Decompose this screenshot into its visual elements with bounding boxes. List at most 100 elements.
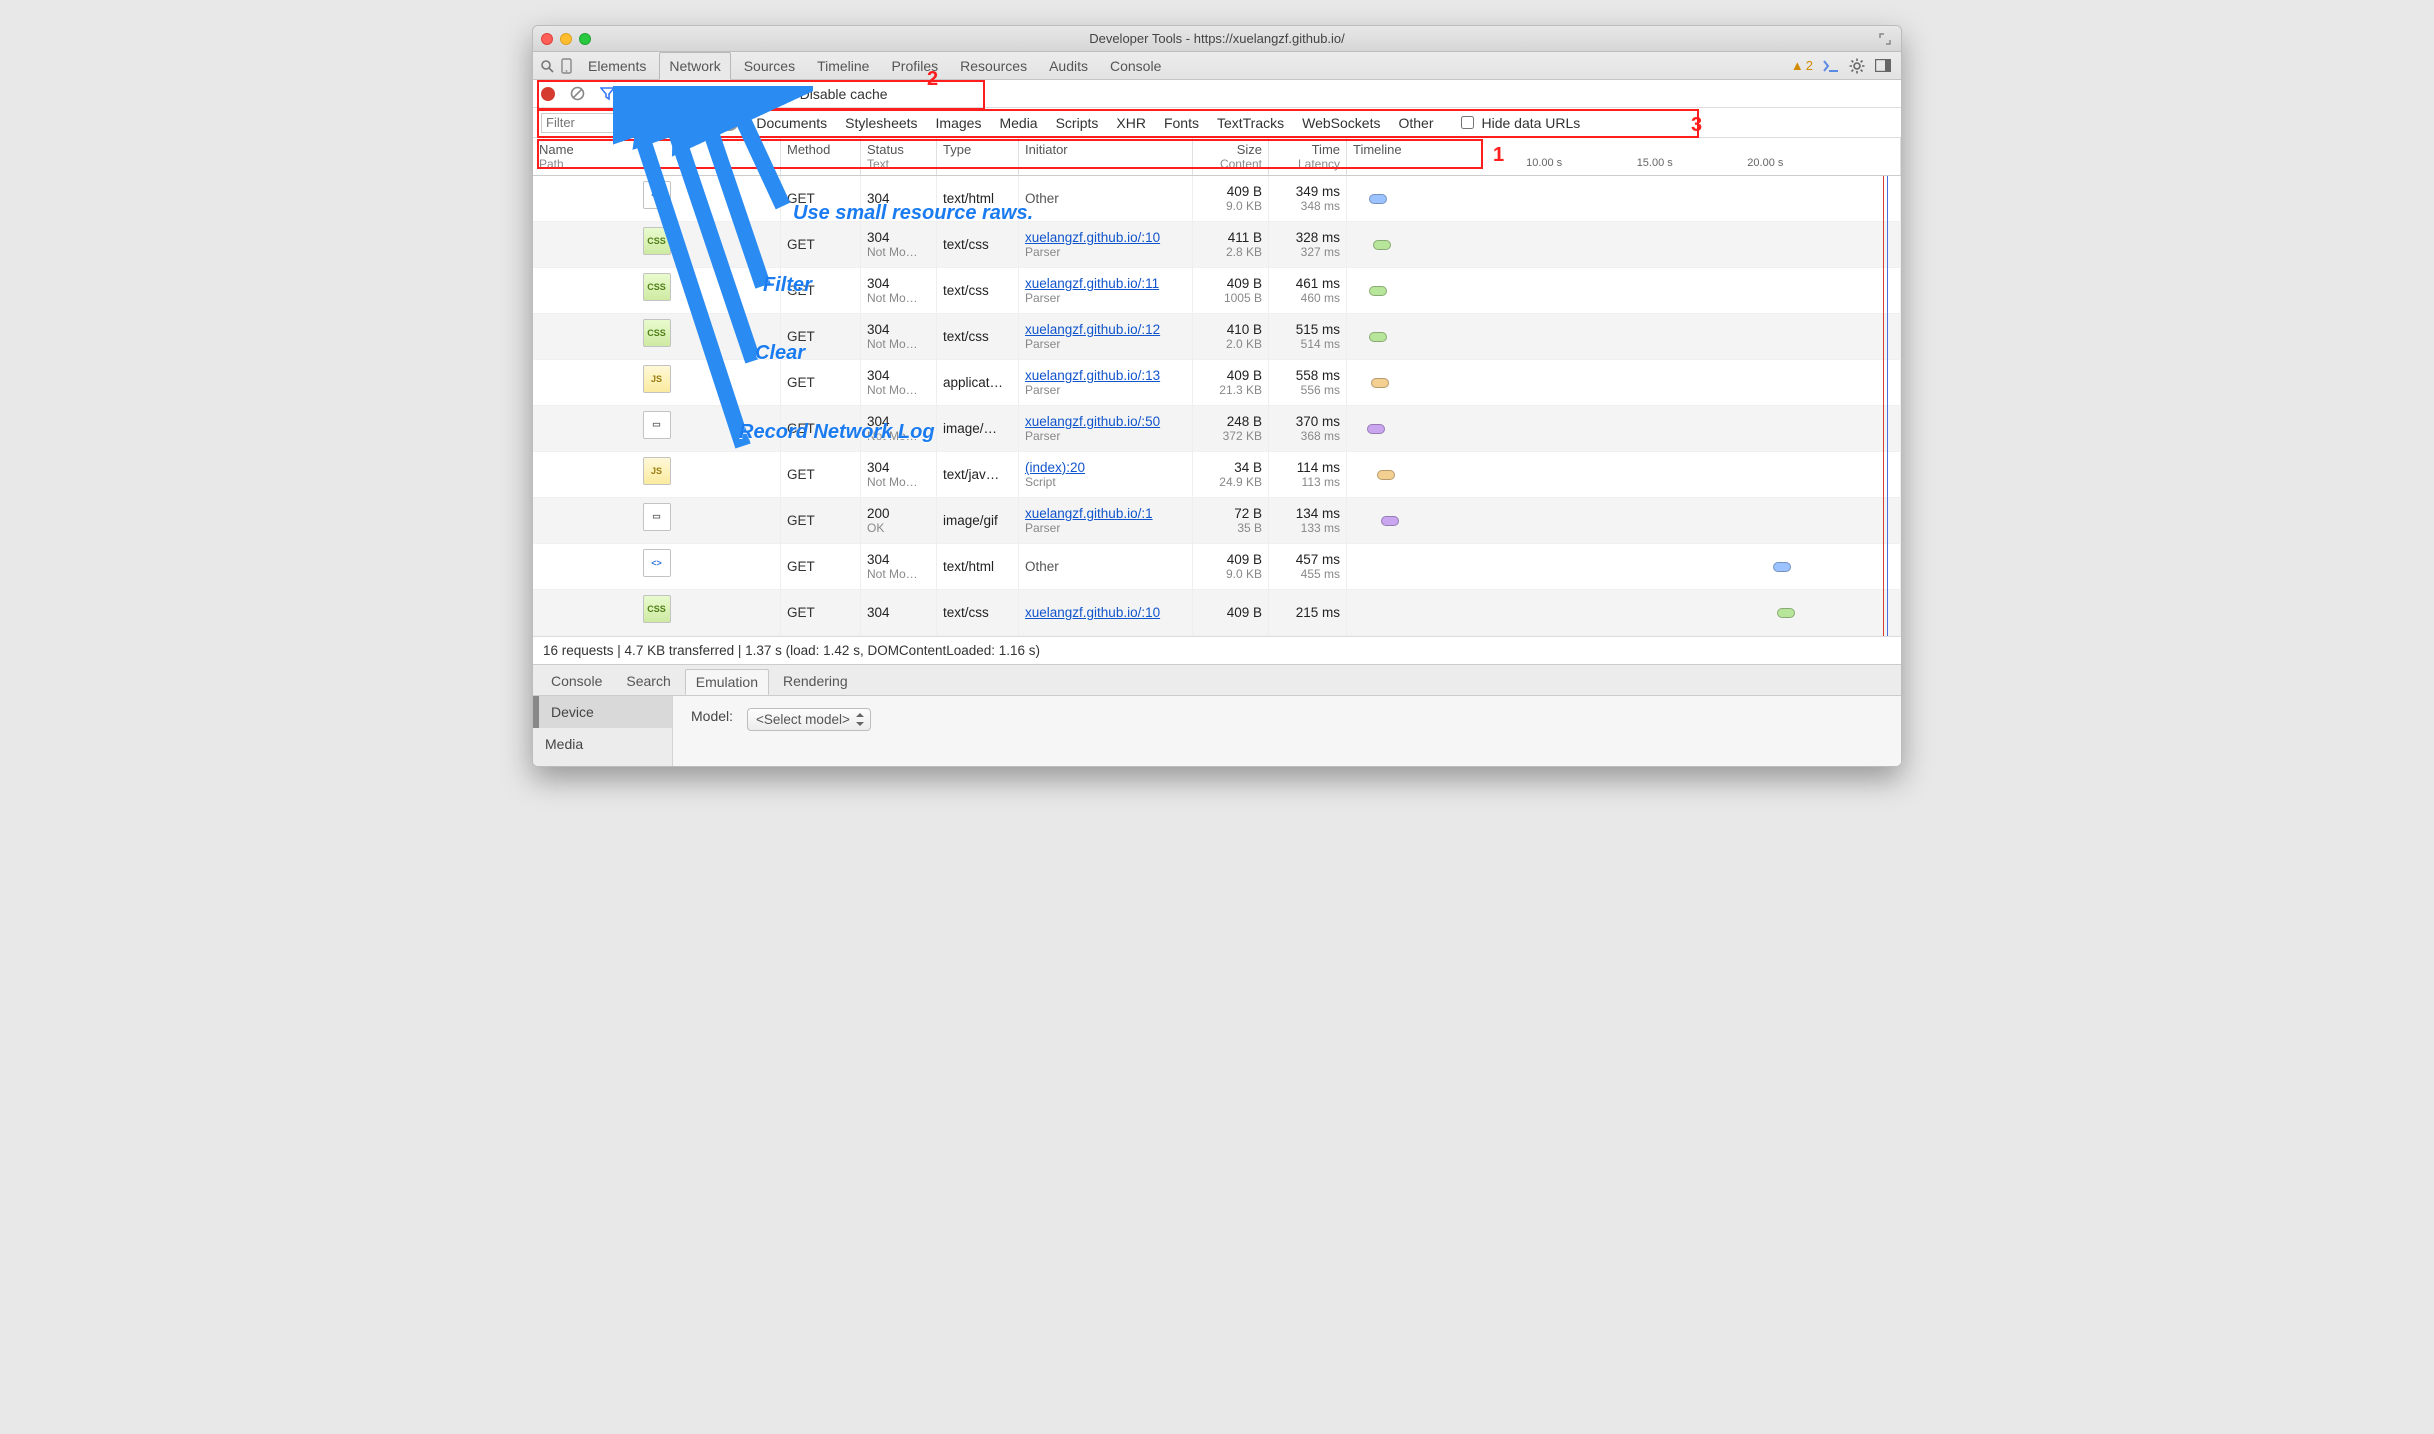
- table-row[interactable]: <> xuelangzf.github.io GET 304Not Mo… te…: [533, 544, 1901, 590]
- disable-cache-checkbox[interactable]: Disable cache: [776, 84, 888, 103]
- table-row[interactable]: JS highlight.pack.js /js GET 304Not Mo… …: [533, 360, 1901, 406]
- th-method[interactable]: Method: [781, 138, 861, 175]
- timeline-pill: [1381, 516, 1399, 526]
- cell-status: 304Not Mo…: [861, 406, 937, 451]
- file-type-icon: CSS: [643, 227, 671, 255]
- tab-console[interactable]: Console: [1101, 53, 1170, 79]
- table-row[interactable]: CSS googlecode.css /css GET 304Not Mo… t…: [533, 314, 1901, 360]
- cell-type: text/html: [937, 176, 1019, 221]
- device-mode-icon[interactable]: [559, 58, 575, 74]
- emulation-sidebar-device[interactable]: Device: [533, 696, 672, 728]
- table-row[interactable]: CSS main.css /css GET 304Not Mo… text/cs…: [533, 268, 1901, 314]
- preserve-log-label: Preserve log: [683, 86, 762, 102]
- annotation-number-1: 1: [1493, 144, 1504, 167]
- large-rows-icon[interactable]: [629, 86, 645, 102]
- initiator-link[interactable]: xuelangzf.github.io/:12: [1025, 322, 1186, 337]
- tab-timeline[interactable]: Timeline: [808, 53, 878, 79]
- filter-documents[interactable]: Documents: [756, 115, 827, 131]
- filter-all[interactable]: All: [709, 115, 738, 131]
- cell-initiator: xuelangzf.github.io/:10: [1019, 590, 1193, 635]
- close-icon[interactable]: [541, 33, 553, 45]
- th-size[interactable]: Size Content: [1193, 138, 1269, 175]
- tabs-right-cluster: ▲2: [1791, 58, 1895, 74]
- cell-timeline: [1347, 498, 1901, 543]
- filter-stylesheets[interactable]: Stylesheets: [845, 115, 917, 131]
- cell-status: 304Not Mo…: [861, 360, 937, 405]
- show-console-icon[interactable]: [1823, 58, 1839, 74]
- initiator-link[interactable]: xuelangzf.github.io/:13: [1025, 368, 1186, 383]
- cell-time: 349 ms348 ms: [1269, 176, 1347, 221]
- tab-audits[interactable]: Audits: [1040, 53, 1097, 79]
- initiator-link[interactable]: xuelangzf.github.io/:50: [1025, 414, 1186, 429]
- preserve-log-input[interactable]: [663, 87, 676, 100]
- cell-size: 409 B: [1193, 590, 1269, 635]
- drawer-tab-emulation[interactable]: Emulation: [685, 669, 769, 695]
- cell-size: 411 B2.8 KB: [1193, 222, 1269, 267]
- initiator-link[interactable]: xuelangzf.github.io/:10: [1025, 230, 1186, 245]
- filter-scripts[interactable]: Scripts: [1056, 115, 1099, 131]
- filter-input[interactable]: [541, 113, 691, 133]
- initiator-link[interactable]: (index):20: [1025, 460, 1186, 475]
- cell-method: GET: [781, 498, 861, 543]
- model-select[interactable]: <Select model>: [747, 708, 871, 731]
- disable-cache-input[interactable]: [780, 87, 793, 100]
- cell-timeline: [1347, 268, 1901, 313]
- timeline-pill: [1371, 378, 1389, 388]
- initiator-link[interactable]: xuelangzf.github.io/:11: [1025, 276, 1186, 291]
- cell-method: GET: [781, 222, 861, 267]
- table-row[interactable]: ▭ 20140914_timeline.thumb xuelangzf-gith…: [533, 406, 1901, 452]
- settings-icon[interactable]: [1849, 58, 1865, 74]
- th-type[interactable]: Type: [937, 138, 1019, 175]
- filter-icon[interactable]: [599, 86, 615, 102]
- th-name[interactable]: Name Path: [533, 138, 781, 175]
- th-timeline[interactable]: Timeline 10.00 s 15.00 s 20.00 s: [1347, 138, 1901, 175]
- filter-xhr[interactable]: XHR: [1116, 115, 1146, 131]
- tab-network[interactable]: Network: [659, 52, 730, 80]
- filter-texttracks[interactable]: TextTracks: [1217, 115, 1284, 131]
- cell-time: 370 ms368 ms: [1269, 406, 1347, 451]
- timeline-pill: [1369, 194, 1387, 204]
- th-initiator[interactable]: Initiator: [1019, 138, 1193, 175]
- clear-icon[interactable]: [569, 86, 585, 102]
- th-status[interactable]: Status Text: [861, 138, 937, 175]
- initiator-link[interactable]: xuelangzf.github.io/:1: [1025, 506, 1186, 521]
- zoom-icon[interactable]: [579, 33, 591, 45]
- table-row[interactable]: CSS default.css GET 304 text/css xuelang…: [533, 590, 1901, 636]
- drawer-tab-search[interactable]: Search: [616, 669, 680, 695]
- preserve-log-checkbox[interactable]: Preserve log: [659, 84, 762, 103]
- drawer-tab-console[interactable]: Console: [541, 669, 612, 695]
- dock-side-icon[interactable]: [1875, 58, 1891, 74]
- emulation-main: Model: <Select model>: [673, 696, 1901, 766]
- cell-time: 558 ms556 ms: [1269, 360, 1347, 405]
- cell-timeline: [1347, 360, 1901, 405]
- emulation-sidebar-media[interactable]: Media: [533, 728, 672, 760]
- tab-sources[interactable]: Sources: [735, 53, 804, 79]
- cell-status: 304Not Mo…: [861, 222, 937, 267]
- record-icon[interactable]: [541, 87, 555, 101]
- minimize-icon[interactable]: [560, 33, 572, 45]
- table-row[interactable]: JS analytics.js www.google-analytics.com…: [533, 452, 1901, 498]
- filter-images[interactable]: Images: [936, 115, 982, 131]
- table-row[interactable]: <> xuelangzf.github.io GET 304 text/html…: [533, 176, 1901, 222]
- expand-icon[interactable]: [1877, 31, 1893, 47]
- warnings-badge[interactable]: ▲2: [1791, 58, 1813, 73]
- filter-fonts[interactable]: Fonts: [1164, 115, 1199, 131]
- table-row[interactable]: CSS default.css /css GET 304Not Mo… text…: [533, 222, 1901, 268]
- hide-data-urls-checkbox[interactable]: Hide data URLs: [1457, 113, 1580, 132]
- filter-media[interactable]: Media: [999, 115, 1037, 131]
- tab-resources[interactable]: Resources: [951, 53, 1036, 79]
- th-time[interactable]: Time Latency: [1269, 138, 1347, 175]
- warnings-count: 2: [1806, 58, 1813, 73]
- filter-other[interactable]: Other: [1398, 115, 1433, 131]
- window-titlebar: Developer Tools - https://xuelangzf.gith…: [533, 26, 1901, 52]
- network-table-body[interactable]: <> xuelangzf.github.io GET 304 text/html…: [533, 176, 1901, 636]
- drawer-tab-rendering[interactable]: Rendering: [773, 669, 858, 695]
- hide-data-urls-input[interactable]: [1461, 116, 1474, 129]
- search-icon[interactable]: [539, 58, 555, 74]
- initiator-link[interactable]: xuelangzf.github.io/:10: [1025, 605, 1186, 620]
- tab-elements[interactable]: Elements: [579, 53, 655, 79]
- filter-websockets[interactable]: WebSockets: [1302, 115, 1380, 131]
- cell-size: 34 B24.9 KB: [1193, 452, 1269, 497]
- table-row[interactable]: ▭ collect?v=1&_v=j27&a=61529… www.google…: [533, 498, 1901, 544]
- cell-type: text/html: [937, 544, 1019, 589]
